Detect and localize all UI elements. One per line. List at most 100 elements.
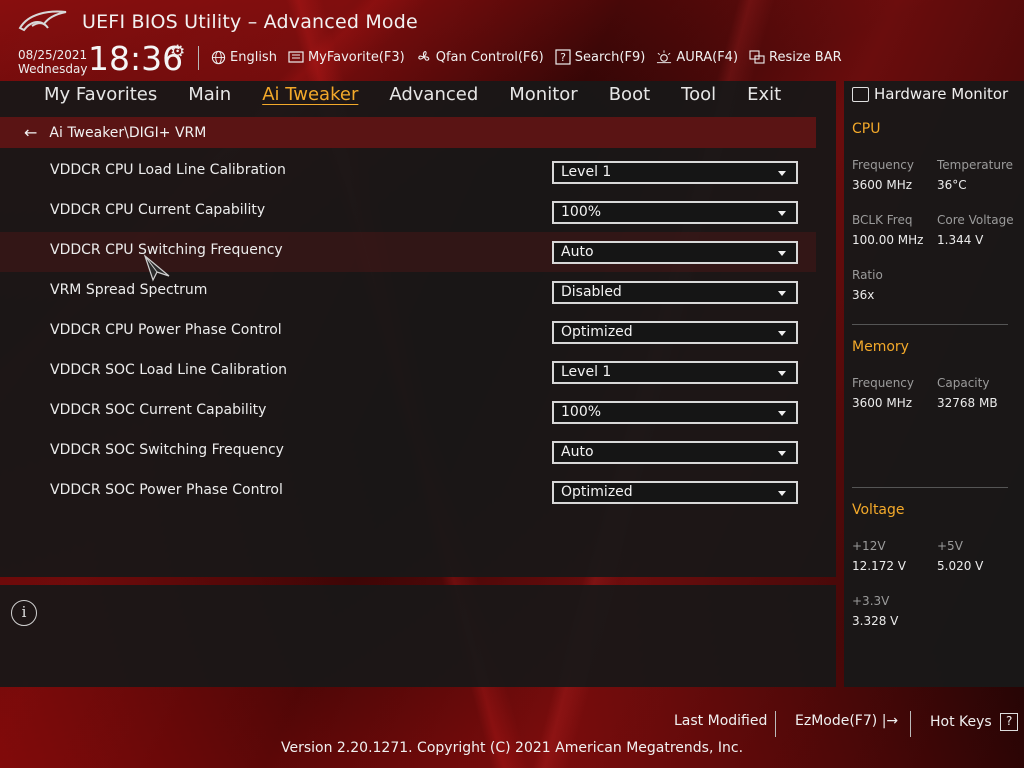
setting-label: VDDCR CPU Current Capability <box>50 202 266 218</box>
setting-row[interactable]: VDDCR SOC Switching Frequency Auto <box>0 432 816 472</box>
chevron-down-icon <box>778 211 786 216</box>
setting-row[interactable]: VDDCR SOC Current Capability 100% <box>0 392 816 432</box>
v12-label: +12V <box>852 539 886 553</box>
back-arrow-icon[interactable]: ← <box>24 123 37 142</box>
date-display: 08/25/2021 Wednesday <box>18 48 87 76</box>
myfavorite-button[interactable]: MyFavorite(F3) <box>288 49 405 65</box>
resize-bar-label: Resize BAR <box>769 49 842 65</box>
chevron-down-icon <box>778 251 786 256</box>
aura-label: AURA(F4) <box>676 49 739 65</box>
setting-dropdown[interactable]: Auto <box>552 441 798 464</box>
setting-value: Auto <box>561 444 594 460</box>
date-text: 08/25/2021 <box>18 48 88 62</box>
exit-arrow-icon: |→ <box>881 713 899 729</box>
voltage-heading: Voltage <box>852 502 905 518</box>
search-button[interactable]: ? Search(F9) <box>555 49 646 65</box>
footer-divider <box>775 711 776 737</box>
search-icon: ? <box>555 49 571 65</box>
resize-bar-icon <box>749 49 765 65</box>
myfavorite-label: MyFavorite(F3) <box>307 49 405 65</box>
app-title: UEFI BIOS Utility – Advanced Mode <box>82 11 418 33</box>
setting-row[interactable]: VDDCR SOC Load Line Calibration Level 1 <box>0 352 816 392</box>
hot-keys-label: Hot Keys <box>930 714 992 730</box>
aura-icon <box>656 49 672 65</box>
setting-row[interactable]: VDDCR CPU Power Phase Control Optimized <box>0 312 816 352</box>
help-panel <box>0 585 836 687</box>
ratio-label: Ratio <box>852 268 883 282</box>
fan-icon <box>416 49 432 65</box>
settings-list: VDDCR CPU Load Line Calibration Level 1 … <box>0 152 816 512</box>
monitor-icon <box>852 86 869 102</box>
chevron-down-icon <box>778 171 786 176</box>
qfan-control-label: Qfan Control(F6) <box>435 49 544 65</box>
language-button[interactable]: English <box>210 49 277 65</box>
tab-tool[interactable]: Tool <box>681 81 716 111</box>
help-key-icon: ? <box>1000 713 1019 731</box>
setting-dropdown[interactable]: Auto <box>552 241 798 264</box>
setting-row[interactable]: VRM Spread Spectrum Disabled <box>0 272 816 312</box>
version-text: Version 2.20.1271. Copyright (C) 2021 Am… <box>280 740 744 756</box>
tab-exit[interactable]: Exit <box>747 81 781 111</box>
tab-main[interactable]: Main <box>188 81 231 111</box>
breadcrumb[interactable]: ← Ai Tweaker\DIGI+ VRM <box>0 117 816 148</box>
setting-dropdown[interactable]: Level 1 <box>552 361 798 384</box>
setting-value: Optimized <box>561 484 633 500</box>
memory-capacity-label: Capacity <box>937 376 990 390</box>
chevron-down-icon <box>778 331 786 336</box>
setting-dropdown[interactable]: 100% <box>552 401 798 424</box>
cpu-heading: CPU <box>852 121 881 137</box>
breadcrumb-path: Ai Tweaker\DIGI+ VRM <box>49 124 207 141</box>
toolbar-divider <box>198 46 199 70</box>
setting-label: VDDCR SOC Current Capability <box>50 402 267 418</box>
hardware-monitor-label: Hardware Monitor <box>874 85 1009 103</box>
clock-time: 18:36 <box>88 39 184 78</box>
tab-advanced[interactable]: Advanced <box>389 81 478 111</box>
setting-value: 100% <box>561 204 602 220</box>
weekday-text: Wednesday <box>18 62 88 76</box>
setting-row[interactable]: VDDCR SOC Power Phase Control Optimized <box>0 472 816 512</box>
setting-label: VDDCR CPU Power Phase Control <box>50 322 282 338</box>
footer-divider <box>910 711 911 737</box>
setting-label: VDDCR CPU Load Line Calibration <box>50 162 286 178</box>
tab-monitor[interactable]: Monitor <box>509 81 577 111</box>
tab-my-favorites[interactable]: My Favorites <box>44 81 157 111</box>
qfan-control-button[interactable]: Qfan Control(F6) <box>416 49 544 65</box>
tab-ai-tweaker[interactable]: Ai Tweaker <box>262 81 358 111</box>
setting-dropdown[interactable]: Disabled <box>552 281 798 304</box>
ezmode-button[interactable]: EzMode(F7) |→ <box>795 713 898 729</box>
search-label: Search(F9) <box>574 49 646 65</box>
chevron-down-icon <box>778 451 786 456</box>
resize-bar-button[interactable]: Resize BAR <box>749 49 842 65</box>
setting-value: Optimized <box>561 324 633 340</box>
setting-row[interactable]: VDDCR CPU Load Line Calibration Level 1 <box>0 152 816 192</box>
setting-dropdown[interactable]: Level 1 <box>552 161 798 184</box>
setting-dropdown[interactable]: Optimized <box>552 321 798 344</box>
aura-button[interactable]: AURA(F4) <box>656 49 738 65</box>
bclk-value: 100.00 MHz <box>852 233 924 247</box>
v12-value: 12.172 V <box>852 559 907 573</box>
svg-text:?: ? <box>560 51 566 64</box>
setting-dropdown[interactable]: Optimized <box>552 481 798 504</box>
ezmode-label: EzMode(F7) <box>795 713 878 729</box>
v33-label: +3.3V <box>852 594 890 608</box>
favorite-icon <box>288 49 304 65</box>
hot-keys-button[interactable]: Hot Keys ? <box>930 713 1019 731</box>
setting-value: Disabled <box>561 284 622 300</box>
setting-label: VDDCR SOC Load Line Calibration <box>50 362 288 378</box>
chevron-down-icon <box>778 411 786 416</box>
setting-row[interactable]: VDDCR CPU Current Capability 100% <box>0 192 816 232</box>
hardware-monitor-title: Hardware Monitor <box>852 85 1008 103</box>
chevron-down-icon <box>778 491 786 496</box>
v33-value: 3.328 V <box>852 614 899 628</box>
tab-boot[interactable]: Boot <box>609 81 650 111</box>
last-modified-button[interactable]: Last Modified <box>674 713 767 729</box>
ratio-value: 36x <box>852 288 875 302</box>
toolbar: English MyFavorite(F3) Qfan Control(F6) … <box>210 46 842 68</box>
setting-row-selected[interactable]: VDDCR CPU Switching Frequency Auto <box>0 232 816 272</box>
setting-value: Auto <box>561 244 594 260</box>
gear-icon[interactable]: ⚙ <box>170 42 185 62</box>
setting-dropdown[interactable]: 100% <box>552 201 798 224</box>
setting-value: Level 1 <box>561 364 612 380</box>
mouse-cursor-icon <box>143 254 170 282</box>
memory-frequency-label: Frequency <box>852 376 914 390</box>
